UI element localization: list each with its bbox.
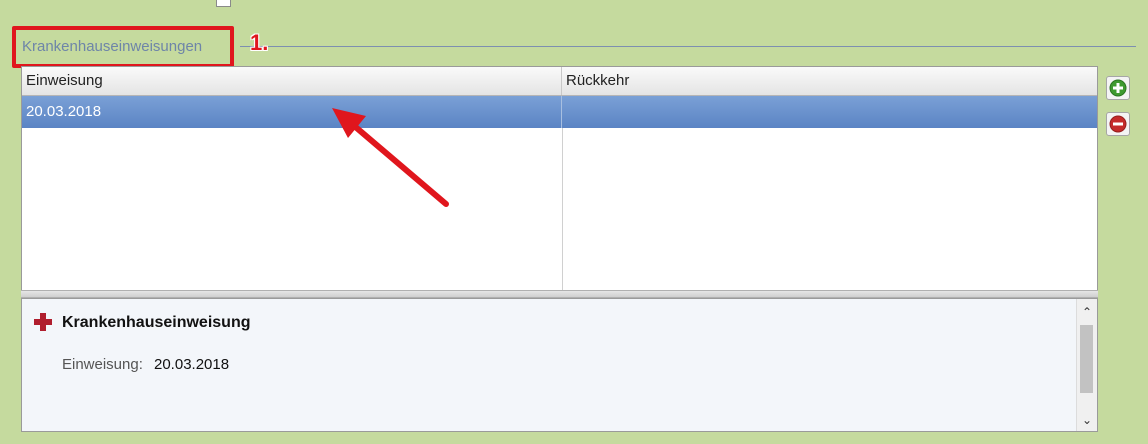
group-divider-line bbox=[240, 46, 1136, 47]
plus-circle-icon bbox=[1109, 79, 1127, 97]
scrollbar-thumb[interactable] bbox=[1080, 325, 1093, 393]
scroll-down-icon[interactable]: ⌄ bbox=[1077, 411, 1097, 429]
annotation-number: 1. bbox=[250, 30, 269, 55]
annotation-highlight-box bbox=[12, 26, 234, 68]
details-title: Krankenhauseinweisung bbox=[62, 314, 251, 331]
column-header-einweisung[interactable]: Einweisung bbox=[22, 67, 562, 95]
admissions-grid: Einweisung Rückkehr 20.03.2018 bbox=[21, 66, 1098, 294]
cell-einweisung[interactable]: 20.03.2018 bbox=[22, 96, 562, 128]
splitter-handle[interactable]: ··· bbox=[21, 290, 1098, 307]
table-row[interactable]: 20.03.2018 bbox=[22, 96, 1097, 128]
column-divider bbox=[562, 128, 563, 293]
details-scrollbar[interactable]: ⌃ ⌄ bbox=[1076, 299, 1097, 431]
cell-rueckkehr[interactable] bbox=[562, 96, 1097, 128]
remove-button[interactable] bbox=[1106, 112, 1130, 136]
scroll-up-icon[interactable]: ⌃ bbox=[1077, 303, 1097, 321]
details-field-value: 20.03.2018 bbox=[154, 356, 230, 373]
minus-circle-icon bbox=[1109, 115, 1127, 133]
details-field-label: Einweisung: bbox=[62, 356, 143, 373]
details-panel: Krankenhauseinweisung Einweisung: 20.03.… bbox=[21, 298, 1098, 432]
top-checkbox[interactable] bbox=[216, 0, 231, 7]
grid-header: Einweisung Rückkehr bbox=[22, 67, 1097, 96]
red-cross-icon bbox=[34, 313, 52, 331]
add-button[interactable] bbox=[1106, 76, 1130, 100]
column-header-rueckkehr[interactable]: Rückkehr bbox=[562, 67, 1097, 95]
